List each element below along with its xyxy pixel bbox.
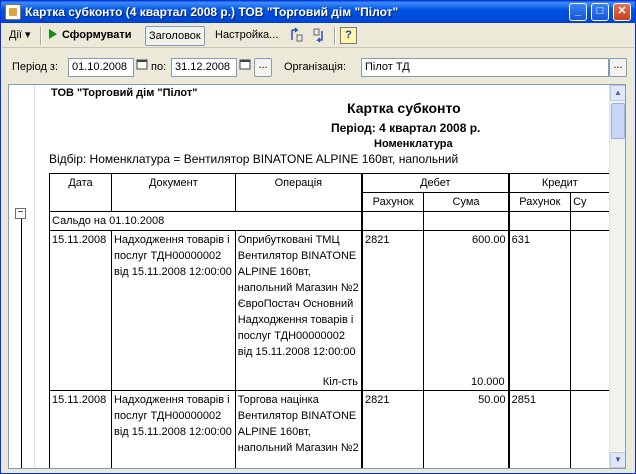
row-date: 15.11.2008	[49, 230, 112, 391]
table-row[interactable]: 15.11.2008 Надходження товарів і послуг …	[49, 230, 611, 391]
row-operation: Оприбутковані ТМЦ Вентилятор BINATONE AL…	[237, 234, 359, 358]
period-select-button[interactable]: ...	[254, 58, 272, 77]
chevron-down-icon: ▾	[25, 29, 31, 41]
table-cell	[423, 211, 510, 231]
minimize-button[interactable]: _	[569, 3, 587, 21]
toolbar-divider	[334, 27, 336, 45]
col-header-operation: Операція	[234, 173, 363, 212]
header-row: Дата Документ Операція Дебет Кредит	[49, 173, 611, 212]
col-header-credit-sum: Су	[570, 192, 611, 212]
row-debit-sum-cell: 600.00 10.000	[423, 230, 510, 391]
col-header-debit-account: Рахунок	[360, 192, 425, 212]
scroll-thumb[interactable]	[611, 103, 625, 139]
col-header-document: Документ	[110, 173, 236, 212]
scroll-down-icon[interactable]: ▼	[610, 452, 625, 468]
calendar-icon[interactable]	[135, 58, 149, 77]
undo-arrow-icon[interactable]	[288, 27, 306, 45]
table-cell	[570, 211, 611, 231]
toolbar: Дії ▾ Сформувати Заголовок Настройка... …	[2, 24, 634, 48]
help-icon[interactable]: ?	[340, 27, 357, 44]
report-title: Картка субконто	[347, 100, 461, 116]
opening-balance-label: Сальдо на 01.10.2008	[48, 211, 363, 231]
close-button[interactable]: ✕	[613, 3, 631, 21]
organization-select-button[interactable]: ...	[609, 58, 627, 77]
period-from-input[interactable]: 01.10.2008	[68, 58, 134, 77]
filter-bar: Період з: 01.10.2008 по: 31.12.2008 ... …	[1, 53, 635, 81]
row-debit-account: 2821	[360, 230, 425, 391]
report-filter: Відбір: Номенклатура = Вентилятор BINATO…	[49, 152, 459, 166]
report-subtitle: Номенклатура	[374, 138, 453, 150]
redo-arrow-icon[interactable]	[311, 27, 329, 45]
settings-button[interactable]: Настройка...	[212, 26, 281, 46]
generate-button[interactable]: Сформувати	[46, 26, 135, 46]
calendar-icon[interactable]	[238, 58, 252, 77]
vertical-scrollbar[interactable]: ▲ ▼	[609, 85, 625, 468]
row-debit-sum: 50.00	[423, 390, 510, 468]
grouping-gutter: −	[9, 85, 35, 468]
row-operation-cell: Оприбутковані ТМЦ Вентилятор BINATONE AL…	[234, 230, 363, 391]
table-cell	[570, 390, 611, 468]
organization-label: Організація:	[284, 61, 346, 73]
report-area[interactable]: − ТОВ "Торговий дім "Пілот" Картка субко…	[8, 84, 626, 469]
table-cell	[360, 211, 425, 231]
table-cell	[570, 230, 611, 391]
window-title: Картка субконто (4 квартал 2008 р.) ТОВ …	[25, 5, 399, 19]
report-organization: ТОВ "Торговий дім "Пілот"	[51, 87, 198, 99]
header-toggle-button[interactable]: Заголовок	[145, 26, 205, 46]
row-credit-account: 631	[507, 230, 572, 391]
app-icon	[5, 4, 21, 20]
col-header-date: Дата	[49, 173, 112, 212]
scroll-up-icon[interactable]: ▲	[610, 85, 625, 101]
report-period: Період: 4 квартал 2008 р.	[331, 121, 481, 135]
row-debit-qty: 10.000	[471, 376, 505, 388]
collapse-icon[interactable]: −	[15, 208, 26, 219]
row-credit-account: 2851	[507, 390, 572, 468]
row-document[interactable]: Надходження товарів і послуг ТДН00000002…	[110, 390, 236, 468]
organization-input[interactable]: Пілот ТД	[361, 58, 609, 77]
toolbar-divider	[40, 27, 42, 45]
actions-menu[interactable]: Дії ▾	[6, 26, 34, 46]
table-cell	[507, 211, 572, 231]
actions-label: Дії	[9, 29, 22, 41]
generate-label: Сформувати	[62, 29, 132, 41]
period-to-label: по:	[151, 61, 167, 73]
report-table: Дата Документ Операція Дебет Кредит Раху…	[48, 173, 611, 468]
col-header-debit-sum: Сума	[423, 192, 510, 212]
opening-balance-row[interactable]: Сальдо на 01.10.2008	[48, 211, 611, 231]
period-to-input[interactable]: 31.12.2008	[171, 58, 237, 77]
col-header-credit-account: Рахунок	[507, 192, 572, 212]
period-from-label: Період з:	[12, 61, 59, 73]
row-debit-sum: 600.00	[472, 234, 506, 246]
title-bar[interactable]: Картка субконто (4 квартал 2008 р.) ТОВ …	[1, 1, 635, 23]
row-date: 15.11.2008	[49, 390, 112, 468]
col-header-credit: Кредит	[507, 173, 611, 193]
row-debit-account: 2821	[360, 390, 425, 468]
quantity-label: Кіл-сть	[322, 376, 358, 388]
maximize-button[interactable]: □	[591, 3, 609, 21]
group-line	[21, 215, 22, 468]
report-window: Картка субконто (4 квартал 2008 р.) ТОВ …	[0, 0, 636, 474]
col-header-debit: Дебет	[360, 173, 510, 193]
play-icon	[49, 29, 57, 39]
report-content: ТОВ "Торговий дім "Пілот" Картка субконт…	[35, 85, 611, 468]
row-document[interactable]: Надходження товарів і послуг ТДН00000002…	[110, 230, 236, 391]
row-operation: Торгова націнка Вентилятор BINATONE ALPI…	[234, 390, 363, 468]
table-row[interactable]: 15.11.2008 Надходження товарів і послуг …	[49, 390, 611, 468]
